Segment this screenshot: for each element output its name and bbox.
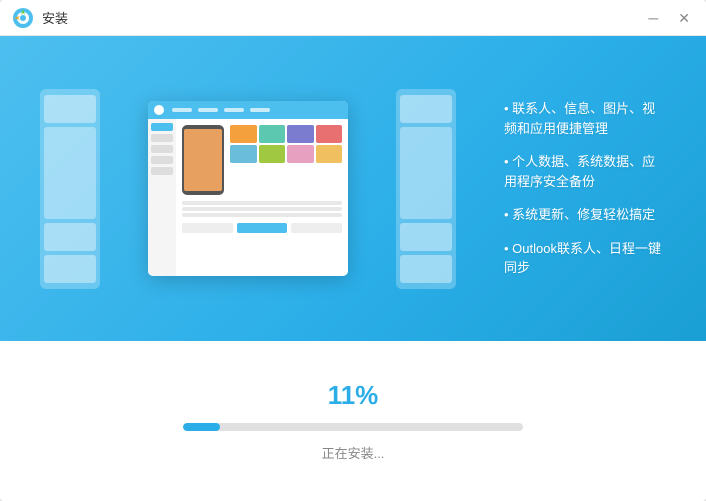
left-panel-row bbox=[44, 95, 96, 123]
mockup-bar1 bbox=[182, 201, 342, 205]
mockup-action-btn3 bbox=[291, 223, 342, 233]
mockup-sb-item2 bbox=[151, 134, 173, 142]
mockup-bar3 bbox=[182, 213, 342, 217]
progress-bar-fill bbox=[183, 423, 220, 431]
mockup-bottom-bars bbox=[182, 201, 342, 217]
mockup-nav-item4 bbox=[250, 108, 270, 112]
mockup-sidebar bbox=[148, 119, 176, 276]
feature-item-1: • 联系人、信息、图片、视频和应用便捷管理 bbox=[504, 99, 666, 138]
mockup-nav-item2 bbox=[198, 108, 218, 112]
mockup-nav-item bbox=[172, 108, 192, 112]
minimize-button[interactable]: ─ bbox=[644, 9, 662, 27]
window-controls: ─ ✕ bbox=[644, 9, 694, 27]
mockup-action-btn2 bbox=[237, 223, 288, 233]
mockup-grid bbox=[230, 125, 342, 163]
right-panel-image bbox=[400, 127, 452, 219]
left-panel bbox=[40, 89, 100, 289]
left-panel-row2 bbox=[44, 223, 96, 251]
grid-cell-3 bbox=[287, 125, 314, 143]
feature-item-3: • 系统更新、修复轻松搞定 bbox=[504, 205, 666, 225]
grid-cell-2 bbox=[259, 125, 286, 143]
mockup-action-btn1 bbox=[182, 223, 233, 233]
feature-list: • 联系人、信息、图片、视频和应用便捷管理 • 个人数据、系统数据、应用程序安全… bbox=[504, 99, 666, 278]
grid-cell-7 bbox=[287, 145, 314, 163]
mockup-nav-item3 bbox=[224, 108, 244, 112]
mockup-bar2 bbox=[182, 207, 342, 211]
app-logo-icon bbox=[12, 7, 34, 29]
main-window: 安装 ─ ✕ bbox=[0, 0, 706, 501]
app-mockup bbox=[148, 101, 348, 276]
mockup-main bbox=[176, 119, 348, 276]
app-window-mockup bbox=[148, 101, 348, 276]
right-panel-row bbox=[400, 95, 452, 123]
left-panel-image bbox=[44, 127, 96, 219]
close-button[interactable]: ✕ bbox=[674, 9, 694, 27]
grid-cell-6 bbox=[259, 145, 286, 163]
mockup-body bbox=[148, 119, 348, 276]
feature-item-2: • 个人数据、系统数据、应用程序安全备份 bbox=[504, 152, 666, 191]
right-panel bbox=[396, 89, 456, 289]
mockup-titlebar bbox=[148, 101, 348, 119]
progress-percent: 11% bbox=[328, 380, 379, 411]
mockup-sb-item bbox=[151, 123, 173, 131]
left-panel-row3 bbox=[44, 255, 96, 283]
grid-cell-4 bbox=[316, 125, 343, 143]
mockup-sb-item3 bbox=[151, 145, 173, 153]
progress-status: 正在安装... bbox=[322, 443, 385, 462]
grid-cell-1 bbox=[230, 125, 257, 143]
phone-screen bbox=[184, 129, 222, 191]
grid-cell-8 bbox=[316, 145, 343, 163]
grid-cell-5 bbox=[230, 145, 257, 163]
feature-item-4: • Outlook联系人、日程一键同步 bbox=[504, 239, 666, 278]
mockup-logo bbox=[154, 105, 164, 115]
mockup-sb-item4 bbox=[151, 156, 173, 164]
right-panel-row3 bbox=[400, 255, 452, 283]
phone-mockup bbox=[182, 125, 224, 195]
mockup-actions bbox=[182, 223, 342, 233]
mockup-phone-area bbox=[182, 125, 342, 195]
window-title: 安装 bbox=[42, 8, 68, 27]
mockup-sb-item5 bbox=[151, 167, 173, 175]
progress-bar-container bbox=[183, 423, 523, 431]
mockup-nav bbox=[172, 108, 270, 112]
right-panel-row2 bbox=[400, 223, 452, 251]
content-top: • 联系人、信息、图片、视频和应用便捷管理 • 个人数据、系统数据、应用程序安全… bbox=[0, 36, 706, 341]
titlebar: 安装 ─ ✕ bbox=[0, 0, 706, 36]
content-bottom: 11% 正在安装... bbox=[0, 341, 706, 501]
